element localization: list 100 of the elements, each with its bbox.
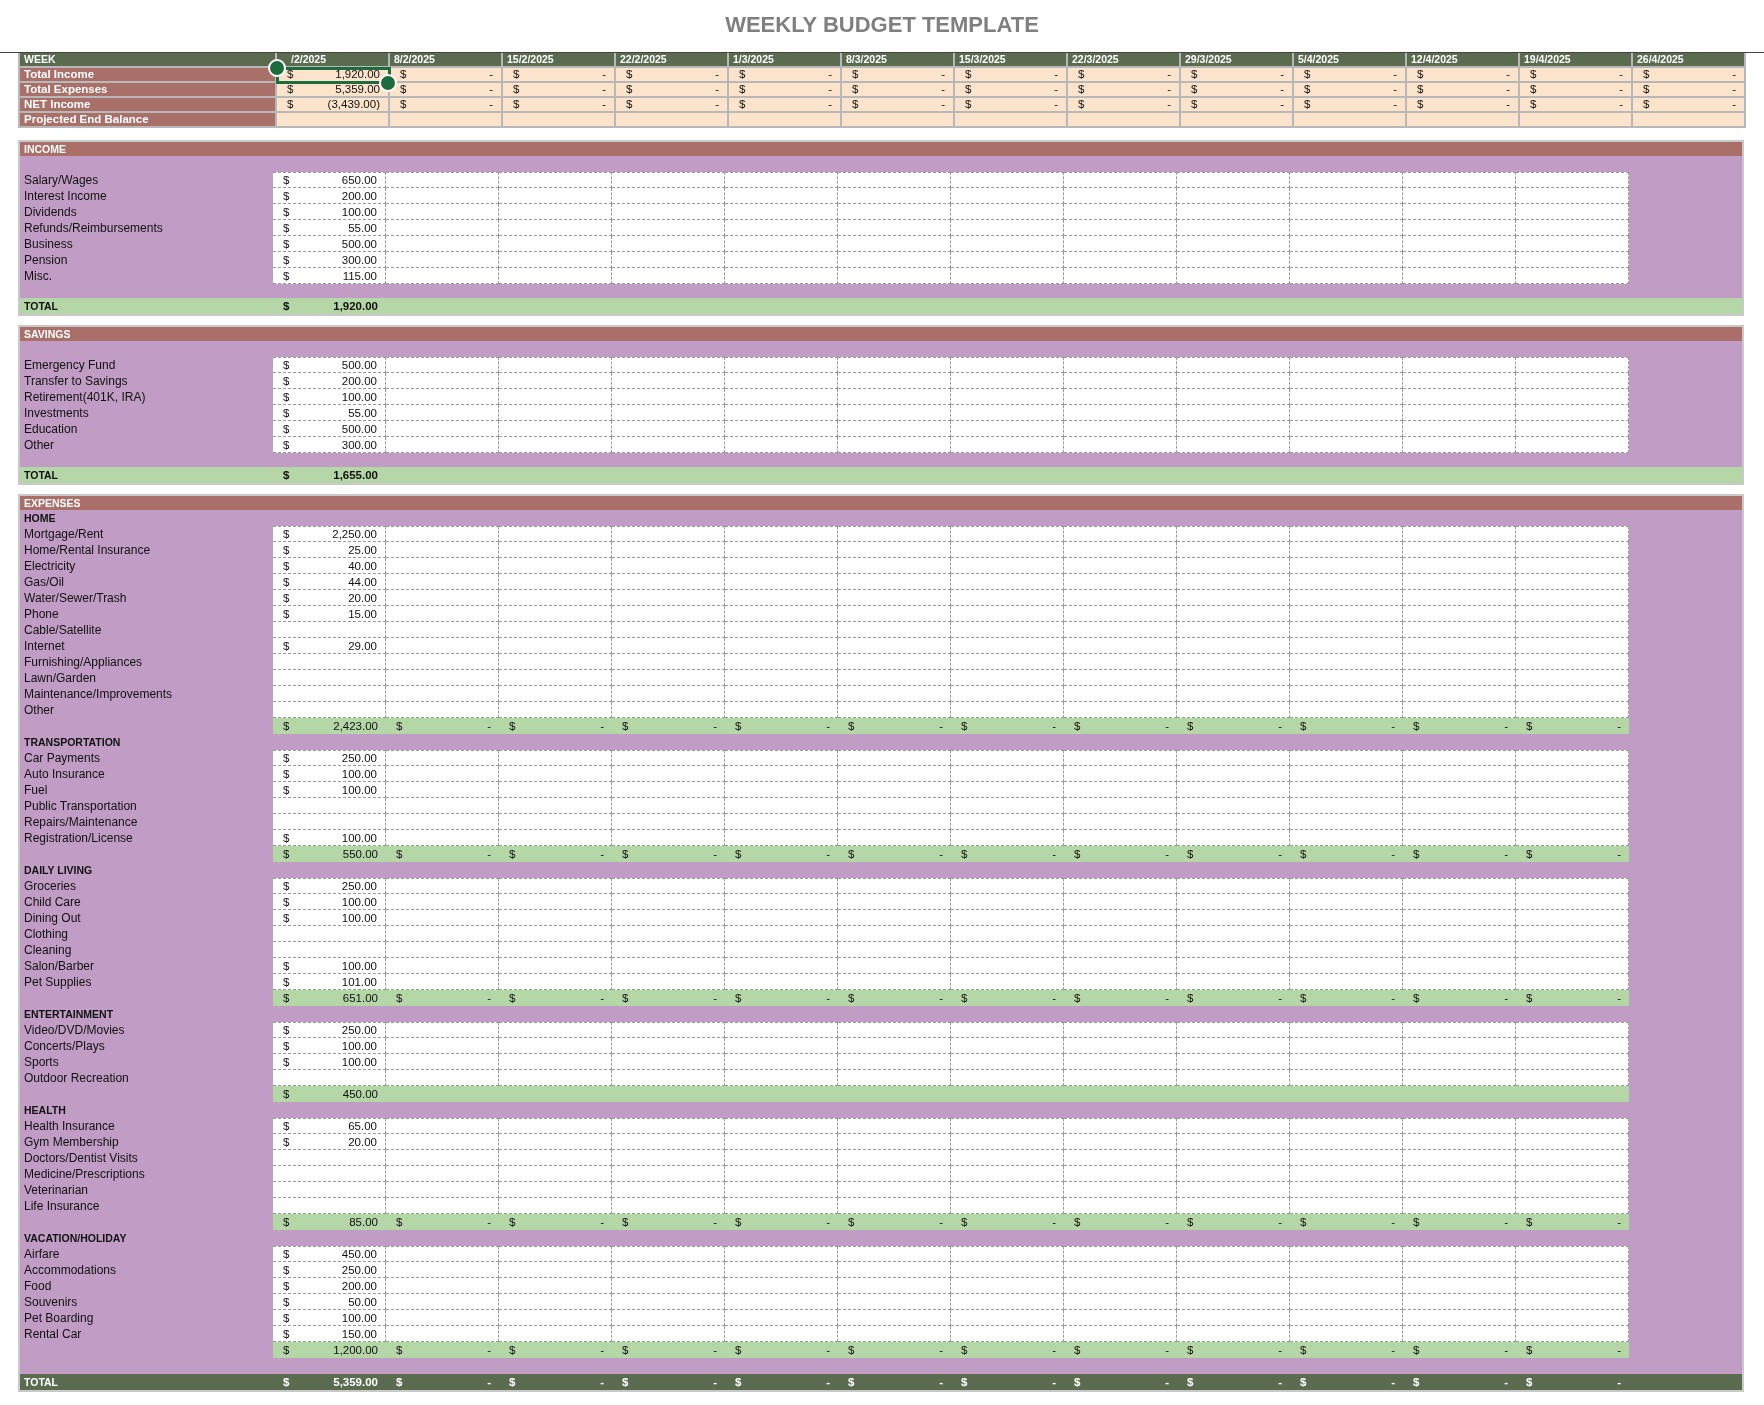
table-cell[interactable]: $ - bbox=[1290, 990, 1403, 1006]
table-cell[interactable]: $ - bbox=[1520, 68, 1633, 83]
table-cell[interactable]: $ 101.00 bbox=[273, 974, 386, 990]
table-cell[interactable]: $ - bbox=[1068, 68, 1181, 83]
table-cell[interactable]: $ - bbox=[1064, 1374, 1177, 1390]
table-cell[interactable]: $ 100.00 bbox=[273, 389, 386, 405]
table-cell[interactable]: $ 450.00 bbox=[273, 1246, 386, 1262]
table-cell[interactable]: $ - bbox=[725, 1342, 838, 1358]
table-cell[interactable]: $ 500.00 bbox=[273, 236, 386, 252]
table-cell[interactable]: $ - bbox=[1068, 83, 1181, 98]
column-header[interactable]: 22/2/2025 bbox=[616, 53, 729, 68]
table-cell[interactable]: $ 55.00 bbox=[273, 220, 386, 236]
table-cell[interactable]: $ - bbox=[1403, 718, 1516, 734]
table-cell[interactable]: $ - bbox=[955, 83, 1068, 98]
table-cell[interactable]: $ - bbox=[838, 990, 951, 1006]
table-cell[interactable]: $ 5,359.00 bbox=[273, 1374, 386, 1390]
table-cell[interactable]: $ - bbox=[386, 718, 499, 734]
table-cell[interactable]: $ - bbox=[1064, 990, 1177, 1006]
table-cell[interactable]: $ - bbox=[1403, 990, 1516, 1006]
table-cell[interactable]: $ 100.00 bbox=[273, 204, 386, 220]
table-cell[interactable]: $ - bbox=[1181, 68, 1294, 83]
table-cell[interactable]: $ 44.00 bbox=[273, 574, 386, 590]
table-cell[interactable]: $ - bbox=[612, 1214, 725, 1230]
table-cell[interactable]: $ - bbox=[1516, 718, 1629, 734]
table-cell[interactable]: $ - bbox=[1294, 98, 1407, 113]
column-header[interactable]: 8/3/2025 bbox=[842, 53, 955, 68]
table-cell[interactable]: $ - bbox=[1403, 1214, 1516, 1230]
table-cell[interactable]: $ - bbox=[1290, 1374, 1403, 1390]
table-cell[interactable]: $ - bbox=[612, 718, 725, 734]
table-cell[interactable]: $ 2,250.00 bbox=[273, 526, 386, 542]
table-cell[interactable]: $ 65.00 bbox=[273, 1118, 386, 1134]
table-cell[interactable]: $ - bbox=[955, 98, 1068, 113]
table-cell[interactable]: $ 651.00 bbox=[273, 990, 386, 1006]
table-cell[interactable]: $ 200.00 bbox=[273, 188, 386, 204]
column-header[interactable]: 5/4/2025 bbox=[1294, 53, 1407, 68]
table-cell[interactable]: $ - bbox=[1633, 83, 1746, 98]
table-cell[interactable]: $ - bbox=[390, 98, 503, 113]
table-cell[interactable]: $ - bbox=[842, 68, 955, 83]
table-cell[interactable]: $ - bbox=[1177, 846, 1290, 862]
table-cell[interactable]: $ 100.00 bbox=[273, 782, 386, 798]
table-cell[interactable]: $ - bbox=[951, 1342, 1064, 1358]
table-cell[interactable]: $ 100.00 bbox=[273, 830, 386, 846]
table-cell[interactable]: $ - bbox=[1064, 1214, 1177, 1230]
table-cell[interactable]: $ - bbox=[1520, 83, 1633, 98]
table-cell[interactable]: $ - bbox=[386, 1214, 499, 1230]
table-cell[interactable]: $ 15.00 bbox=[273, 606, 386, 622]
table-cell[interactable]: $ - bbox=[1516, 1342, 1629, 1358]
table-cell[interactable]: $ - bbox=[842, 98, 955, 113]
table-cell[interactable]: $ - bbox=[842, 83, 955, 98]
table-cell[interactable]: $ - bbox=[390, 83, 503, 98]
table-cell[interactable]: $ - bbox=[386, 1374, 499, 1390]
table-cell[interactable]: $ - bbox=[1520, 98, 1633, 113]
table-cell[interactable]: $ - bbox=[499, 990, 612, 1006]
column-header[interactable]: 22/3/2025 bbox=[1068, 53, 1181, 68]
table-cell[interactable]: $ - bbox=[1177, 1214, 1290, 1230]
table-cell[interactable]: $ - bbox=[1068, 98, 1181, 113]
table-cell[interactable]: $ 40.00 bbox=[273, 558, 386, 574]
table-cell[interactable]: $ (3,439.00) bbox=[277, 98, 390, 113]
table-cell[interactable]: $ - bbox=[838, 1214, 951, 1230]
table-cell[interactable]: $ - bbox=[1407, 83, 1520, 98]
table-cell[interactable]: $ - bbox=[390, 68, 503, 83]
table-cell[interactable]: $ - bbox=[1290, 718, 1403, 734]
table-cell[interactable]: $ - bbox=[386, 990, 499, 1006]
table-cell[interactable]: $ - bbox=[725, 1214, 838, 1230]
table-cell[interactable]: $ - bbox=[616, 98, 729, 113]
table-cell[interactable]: $ - bbox=[951, 718, 1064, 734]
table-cell[interactable]: $ - bbox=[503, 68, 616, 83]
table-cell[interactable]: $ 1,200.00 bbox=[273, 1342, 386, 1358]
table-cell[interactable]: $ - bbox=[503, 83, 616, 98]
column-header[interactable]: 12/4/2025 bbox=[1407, 53, 1520, 68]
column-header[interactable]: 15/3/2025 bbox=[955, 53, 1068, 68]
table-cell[interactable]: $ 50.00 bbox=[273, 1294, 386, 1310]
table-cell[interactable]: $ - bbox=[1516, 846, 1629, 862]
table-cell[interactable]: $ - bbox=[1403, 1374, 1516, 1390]
table-cell[interactable]: $ 100.00 bbox=[273, 894, 386, 910]
table-cell[interactable]: $ - bbox=[612, 846, 725, 862]
table-cell[interactable]: $ - bbox=[1064, 846, 1177, 862]
column-header[interactable]: 1/3/2025 bbox=[729, 53, 842, 68]
table-cell[interactable]: $ 100.00 bbox=[273, 1310, 386, 1326]
table-cell[interactable]: $ 100.00 bbox=[273, 1038, 386, 1054]
table-cell[interactable]: $ 200.00 bbox=[273, 373, 386, 389]
table-cell[interactable]: $ - bbox=[1294, 68, 1407, 83]
table-cell[interactable]: $ - bbox=[1516, 990, 1629, 1006]
table-cell[interactable]: $ - bbox=[1177, 1374, 1290, 1390]
table-cell[interactable]: $ 150.00 bbox=[273, 1326, 386, 1342]
table-cell[interactable]: $ 250.00 bbox=[273, 750, 386, 766]
table-cell[interactable]: $ - bbox=[1407, 68, 1520, 83]
table-cell[interactable]: $ - bbox=[729, 68, 842, 83]
table-cell[interactable]: $ 300.00 bbox=[273, 437, 386, 453]
table-cell[interactable]: $ 250.00 bbox=[273, 1022, 386, 1038]
table-cell[interactable]: $ 25.00 bbox=[273, 542, 386, 558]
table-cell[interactable]: $ 20.00 bbox=[273, 590, 386, 606]
table-cell[interactable]: $ - bbox=[838, 1374, 951, 1390]
table-cell[interactable]: $ 250.00 bbox=[273, 1262, 386, 1278]
table-cell[interactable]: $ - bbox=[386, 1342, 499, 1358]
table-cell[interactable]: $ - bbox=[729, 83, 842, 98]
table-cell[interactable]: $ - bbox=[1516, 1214, 1629, 1230]
table-cell[interactable]: $ 100.00 bbox=[273, 766, 386, 782]
table-cell[interactable]: $ 1,920.00 bbox=[273, 298, 386, 314]
table-cell[interactable]: $ 85.00 bbox=[273, 1214, 386, 1230]
